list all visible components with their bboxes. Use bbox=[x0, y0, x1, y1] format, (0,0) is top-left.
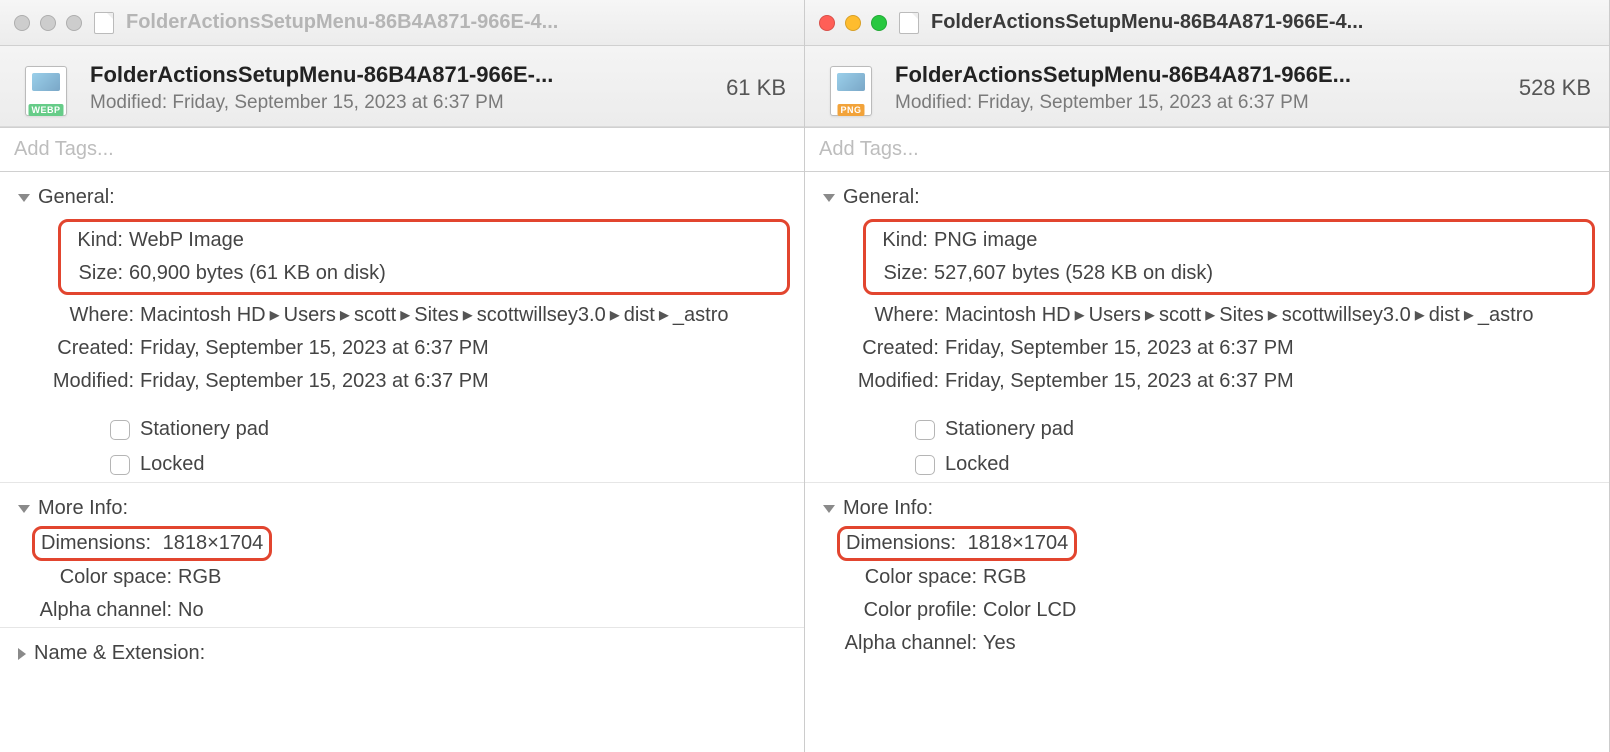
minimize-button[interactable] bbox=[845, 15, 861, 31]
highlight-kind-size: Kind: WebP Image Size: 60,900 bytes (61 … bbox=[58, 219, 790, 295]
kind-row: Kind: PNG image bbox=[868, 224, 1590, 257]
file-badge: PNG bbox=[837, 104, 864, 116]
locked-row[interactable]: Locked bbox=[805, 447, 1609, 482]
chevron-down-icon bbox=[823, 194, 835, 202]
traffic-lights bbox=[819, 15, 887, 31]
general-section-header[interactable]: General: bbox=[805, 172, 1609, 215]
window-title: FolderActionsSetupMenu-86B4A871-966E-4..… bbox=[126, 11, 790, 34]
chevron-down-icon bbox=[18, 505, 30, 513]
highlight-kind-size: Kind: PNG image Size: 527,607 bytes (528… bbox=[863, 219, 1595, 295]
moreinfo-section-header[interactable]: More Info: bbox=[805, 482, 1609, 526]
locked-checkbox[interactable] bbox=[915, 455, 935, 475]
file-size-summary: 528 KB bbox=[1519, 75, 1591, 101]
tags-field[interactable] bbox=[0, 127, 804, 172]
size-row: Size: 527,607 bytes (528 KB on disk) bbox=[868, 257, 1590, 290]
info-content: General: Kind: PNG image Size: 527,607 b… bbox=[805, 172, 1609, 752]
titlebar[interactable]: FolderActionsSetupMenu-86B4A871-966E-4..… bbox=[0, 0, 804, 46]
info-window-webp: FolderActionsSetupMenu-86B4A871-966E-4..… bbox=[0, 0, 805, 752]
zoom-button[interactable] bbox=[871, 15, 887, 31]
highlight-dimensions: Dimensions: 1818×1704 bbox=[837, 526, 1077, 561]
proxy-document-icon[interactable] bbox=[899, 12, 919, 34]
file-type-icon: WEBP bbox=[18, 60, 74, 116]
alpha-row: Alpha channel: No bbox=[0, 594, 804, 627]
file-modified-summary: Modified: Friday, September 15, 2023 at … bbox=[90, 92, 710, 114]
tags-input[interactable] bbox=[819, 138, 1595, 161]
stationery-pad-checkbox[interactable] bbox=[915, 420, 935, 440]
moreinfo-section-header[interactable]: More Info: bbox=[0, 482, 804, 526]
colorspace-row: Color space: RGB bbox=[0, 561, 804, 594]
kind-row: Kind: WebP Image bbox=[63, 224, 785, 257]
file-header: PNG FolderActionsSetupMenu-86B4A871-966E… bbox=[805, 46, 1609, 127]
stationery-pad-row[interactable]: Stationery pad bbox=[805, 412, 1609, 447]
general-label: General: bbox=[38, 186, 115, 209]
general-section-header[interactable]: General: bbox=[0, 172, 804, 215]
highlight-dimensions: Dimensions: 1818×1704 bbox=[32, 526, 272, 561]
close-button[interactable] bbox=[14, 15, 30, 31]
traffic-lights bbox=[14, 15, 82, 31]
file-name: FolderActionsSetupMenu-86B4A871-966E-... bbox=[90, 62, 710, 88]
created-row: Created: Friday, September 15, 2023 at 6… bbox=[0, 332, 804, 365]
chevron-down-icon bbox=[18, 194, 30, 202]
locked-checkbox[interactable] bbox=[110, 455, 130, 475]
alpha-row: Alpha channel: Yes bbox=[805, 627, 1609, 660]
file-modified-summary: Modified: Friday, September 15, 2023 at … bbox=[895, 92, 1503, 114]
modified-row: Modified: Friday, September 15, 2023 at … bbox=[805, 365, 1609, 398]
moreinfo-label: More Info: bbox=[843, 497, 933, 520]
stationery-pad-label: Stationery pad bbox=[140, 418, 269, 441]
locked-label: Locked bbox=[140, 453, 205, 476]
info-window-png: FolderActionsSetupMenu-86B4A871-966E-4..… bbox=[805, 0, 1610, 752]
titlebar[interactable]: FolderActionsSetupMenu-86B4A871-966E-4..… bbox=[805, 0, 1609, 46]
file-size-summary: 61 KB bbox=[726, 75, 786, 101]
file-badge: WEBP bbox=[29, 104, 64, 116]
created-row: Created: Friday, September 15, 2023 at 6… bbox=[805, 332, 1609, 365]
moreinfo-label: More Info: bbox=[38, 497, 128, 520]
proxy-document-icon[interactable] bbox=[94, 12, 114, 34]
modified-row: Modified: Friday, September 15, 2023 at … bbox=[0, 365, 804, 398]
tags-field[interactable] bbox=[805, 127, 1609, 172]
chevron-right-icon bbox=[18, 648, 26, 660]
where-row: Where: Macintosh HD▸Users▸scott▸Sites▸sc… bbox=[0, 299, 804, 332]
colorprofile-row: Color profile: Color LCD bbox=[805, 594, 1609, 627]
size-row: Size: 60,900 bytes (61 KB on disk) bbox=[63, 257, 785, 290]
window-title: FolderActionsSetupMenu-86B4A871-966E-4..… bbox=[931, 11, 1595, 34]
name-extension-label: Name & Extension: bbox=[34, 642, 205, 665]
name-extension-section-header[interactable]: Name & Extension: bbox=[0, 627, 804, 671]
stationery-pad-row[interactable]: Stationery pad bbox=[0, 412, 804, 447]
stationery-pad-checkbox[interactable] bbox=[110, 420, 130, 440]
zoom-button[interactable] bbox=[66, 15, 82, 31]
file-name: FolderActionsSetupMenu-86B4A871-966E... bbox=[895, 62, 1503, 88]
info-content: General: Kind: WebP Image Size: 60,900 b… bbox=[0, 172, 804, 752]
file-type-icon: PNG bbox=[823, 60, 879, 116]
general-label: General: bbox=[843, 186, 920, 209]
locked-label: Locked bbox=[945, 453, 1010, 476]
where-row: Where: Macintosh HD▸Users▸scott▸Sites▸sc… bbox=[805, 299, 1609, 332]
colorspace-row: Color space: RGB bbox=[805, 561, 1609, 594]
chevron-down-icon bbox=[823, 505, 835, 513]
tags-input[interactable] bbox=[14, 138, 790, 161]
where-path: Macintosh HD▸Users▸scott▸Sites▸scottwill… bbox=[140, 301, 786, 330]
where-path: Macintosh HD▸Users▸scott▸Sites▸scottwill… bbox=[945, 301, 1591, 330]
file-header: WEBP FolderActionsSetupMenu-86B4A871-966… bbox=[0, 46, 804, 127]
close-button[interactable] bbox=[819, 15, 835, 31]
minimize-button[interactable] bbox=[40, 15, 56, 31]
locked-row[interactable]: Locked bbox=[0, 447, 804, 482]
stationery-pad-label: Stationery pad bbox=[945, 418, 1074, 441]
